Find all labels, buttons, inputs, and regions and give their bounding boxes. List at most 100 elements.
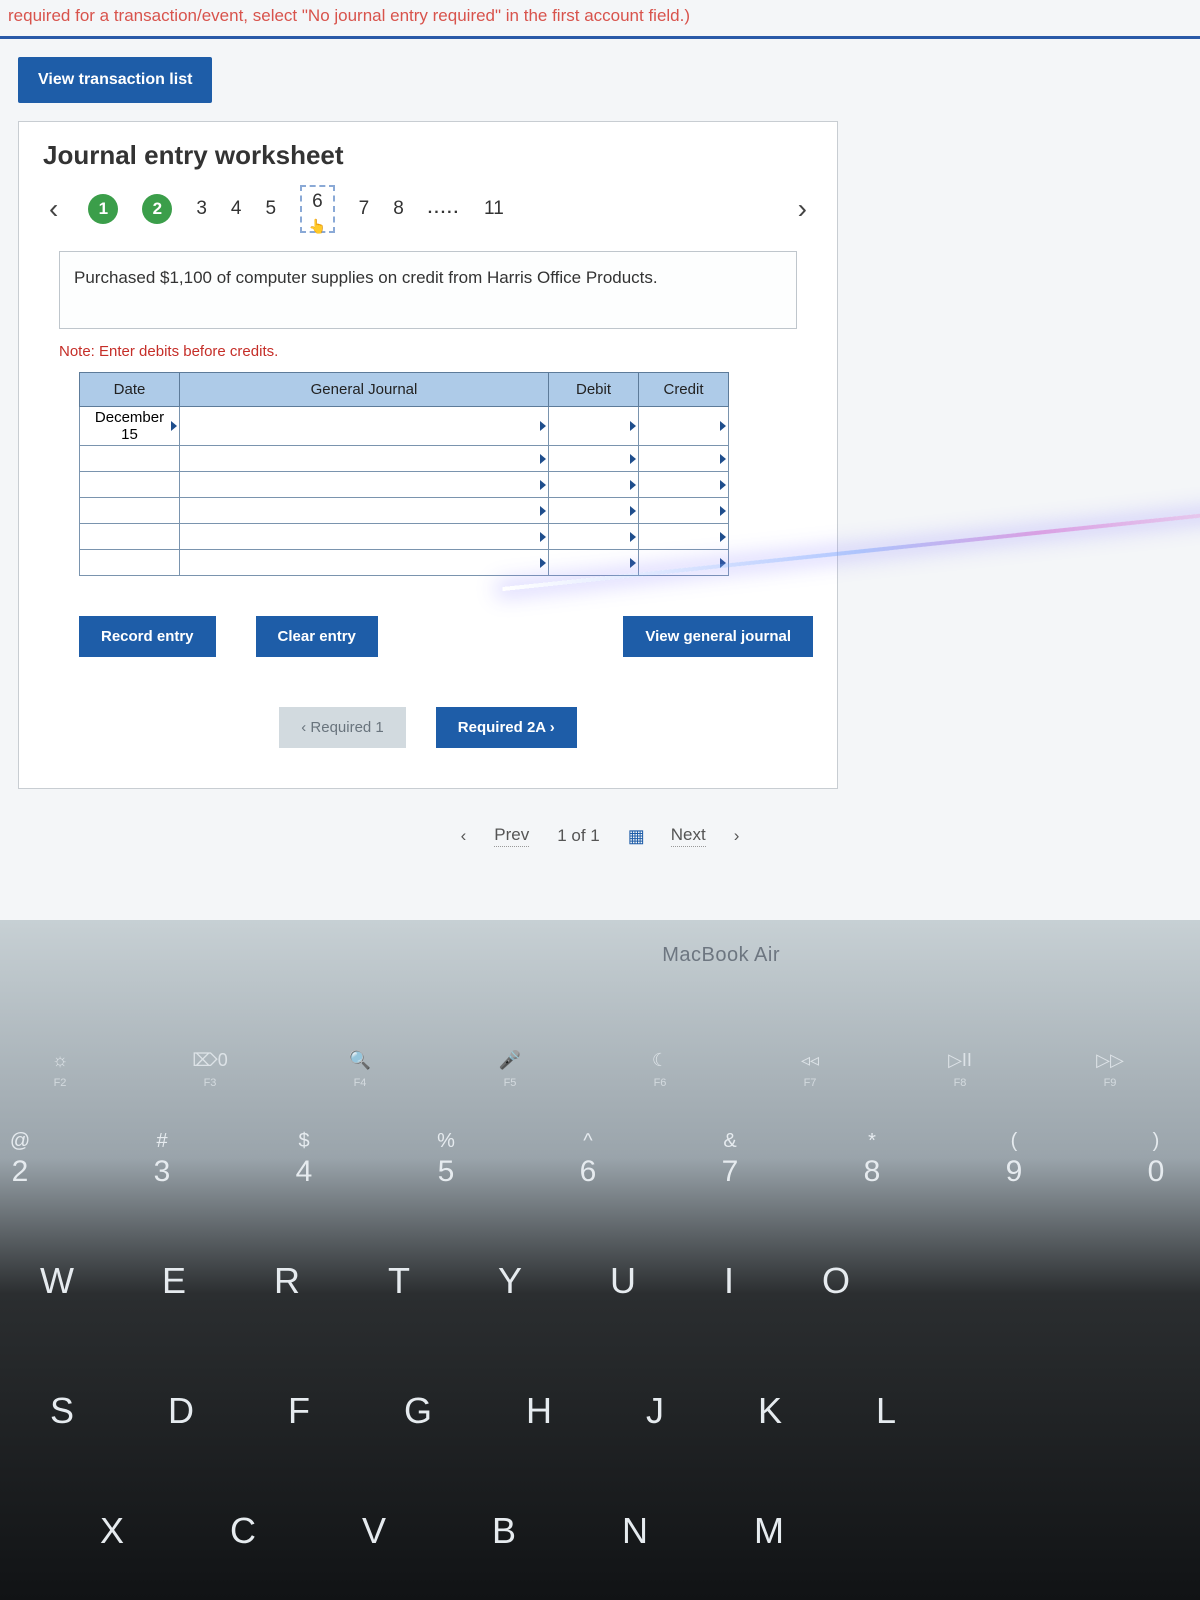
- keyboard-key: *8: [832, 1130, 912, 1189]
- credit-cell[interactable]: [639, 498, 729, 524]
- pager-item-11[interactable]: 11: [484, 198, 504, 220]
- keyboard-key: B: [492, 1510, 516, 1552]
- keyboard-key: F: [288, 1390, 310, 1432]
- credit-cell[interactable]: [639, 472, 729, 498]
- dropdown-arrow-icon: [171, 421, 177, 431]
- col-header-general-journal: General Journal: [180, 373, 549, 407]
- general-journal-cell[interactable]: [180, 498, 549, 524]
- dropdown-arrow-icon: [630, 558, 636, 568]
- keyboard-key: U: [610, 1260, 636, 1302]
- general-journal-cell[interactable]: [180, 407, 549, 446]
- keyboard-key: K: [758, 1390, 782, 1432]
- keyboard-key: D: [168, 1390, 194, 1432]
- laptop-keyboard-photo: MacBook Air ☼F2⌦0F3🔍F4🎤F5☾F6◃◃F7▷IIF8▷▷F…: [0, 920, 1200, 1600]
- note-text: Note: Enter debits before credits.: [59, 343, 797, 360]
- date-cell[interactable]: [80, 550, 180, 576]
- keyboard-key: E: [162, 1260, 186, 1302]
- keyboard-key: ^6: [548, 1130, 628, 1189]
- dropdown-arrow-icon: [630, 421, 636, 431]
- keyboard-key: V: [362, 1510, 386, 1552]
- required-1-button[interactable]: ‹ Required 1: [279, 707, 406, 748]
- keyboard-key: ▷IIF8: [930, 1050, 990, 1089]
- pager-item-6[interactable]: 6 👆: [300, 185, 335, 233]
- dropdown-arrow-icon: [540, 532, 546, 542]
- keyboard-key: W: [40, 1260, 74, 1302]
- keyboard-key: ▷▷F9: [1080, 1050, 1140, 1089]
- keyboard-key: I: [724, 1260, 734, 1302]
- progress-prev-chevron[interactable]: ‹: [461, 826, 467, 846]
- worksheet-title: Journal entry worksheet: [43, 140, 813, 171]
- credit-cell[interactable]: [639, 407, 729, 446]
- pager-item-8[interactable]: 8: [393, 198, 404, 220]
- general-journal-cell[interactable]: [180, 524, 549, 550]
- date-cell[interactable]: [80, 524, 180, 550]
- keyboard-key: ☾F6: [630, 1050, 690, 1089]
- dropdown-arrow-icon: [540, 421, 546, 431]
- pager-next-icon[interactable]: ›: [792, 193, 813, 225]
- debit-cell[interactable]: [549, 446, 639, 472]
- keyboard-key: O: [822, 1260, 850, 1302]
- keyboard-key: N: [622, 1510, 648, 1552]
- progress-prev-link[interactable]: Prev: [494, 825, 529, 847]
- table-row: [80, 446, 729, 472]
- pager-item-7[interactable]: 7: [359, 198, 370, 220]
- credit-cell[interactable]: [639, 446, 729, 472]
- required-2a-button[interactable]: Required 2A ›: [436, 707, 577, 748]
- dropdown-arrow-icon: [720, 421, 726, 431]
- dropdown-arrow-icon: [540, 558, 546, 568]
- debit-cell[interactable]: [549, 524, 639, 550]
- pager-item-5[interactable]: 5: [265, 198, 276, 220]
- keyboard-key: C: [230, 1510, 256, 1552]
- date-cell[interactable]: [80, 472, 180, 498]
- debit-cell[interactable]: [549, 472, 639, 498]
- debit-cell[interactable]: [549, 498, 639, 524]
- keyboard-key: )0: [1116, 1130, 1196, 1189]
- debit-cell[interactable]: [549, 407, 639, 446]
- pager-item-2[interactable]: 2: [142, 194, 172, 224]
- record-entry-button[interactable]: Record entry: [79, 616, 216, 657]
- general-journal-cell[interactable]: [180, 446, 549, 472]
- dropdown-arrow-icon: [630, 454, 636, 464]
- pager-prev-icon[interactable]: ‹: [43, 193, 64, 225]
- date-cell[interactable]: [80, 446, 180, 472]
- table-row: [80, 472, 729, 498]
- pager-item-4[interactable]: 4: [231, 198, 242, 220]
- dropdown-arrow-icon: [540, 454, 546, 464]
- dropdown-arrow-icon: [630, 506, 636, 516]
- general-journal-cell[interactable]: [180, 472, 549, 498]
- general-journal-cell[interactable]: [180, 550, 549, 576]
- date-cell[interactable]: [80, 498, 180, 524]
- table-row: [80, 550, 729, 576]
- pager-item-1[interactable]: 1: [88, 194, 118, 224]
- dropdown-arrow-icon: [540, 480, 546, 490]
- instruction-text: required for a transaction/event, select…: [0, 0, 1200, 39]
- dropdown-arrow-icon: [720, 506, 726, 516]
- dropdown-arrow-icon: [630, 480, 636, 490]
- credit-cell[interactable]: [639, 524, 729, 550]
- dropdown-arrow-icon: [720, 480, 726, 490]
- dropdown-arrow-icon: [540, 506, 546, 516]
- progress-next-link[interactable]: Next: [671, 825, 706, 847]
- date-cell[interactable]: December 15: [80, 407, 180, 446]
- cursor-hand-icon: 👆: [309, 218, 326, 235]
- dropdown-arrow-icon: [720, 454, 726, 464]
- dropdown-arrow-icon: [630, 532, 636, 542]
- view-general-journal-button[interactable]: View general journal: [623, 616, 813, 657]
- keyboard-key: S: [50, 1390, 74, 1432]
- keyboard-key: G: [404, 1390, 432, 1432]
- progress-next-chevron[interactable]: ›: [734, 826, 740, 846]
- progress-position: 1 of 1: [557, 826, 600, 846]
- keyboard-key: ⌦0F3: [180, 1050, 240, 1089]
- view-transaction-list-button[interactable]: View transaction list: [18, 57, 212, 103]
- worksheet-pager: ‹ 1 2 3 4 5 6 👆 7 8 ..... 11 ›: [43, 185, 813, 233]
- debit-cell[interactable]: [549, 550, 639, 576]
- keyboard-key: J: [646, 1390, 664, 1432]
- macbook-air-label: MacBook Air: [662, 944, 780, 967]
- question-grid-icon[interactable]: ▦: [628, 826, 643, 847]
- col-header-debit: Debit: [549, 373, 639, 407]
- clear-entry-button[interactable]: Clear entry: [256, 616, 378, 657]
- col-header-date: Date: [80, 373, 180, 407]
- dropdown-arrow-icon: [720, 532, 726, 542]
- keyboard-key: ◃◃F7: [780, 1050, 840, 1089]
- pager-item-3[interactable]: 3: [196, 198, 207, 220]
